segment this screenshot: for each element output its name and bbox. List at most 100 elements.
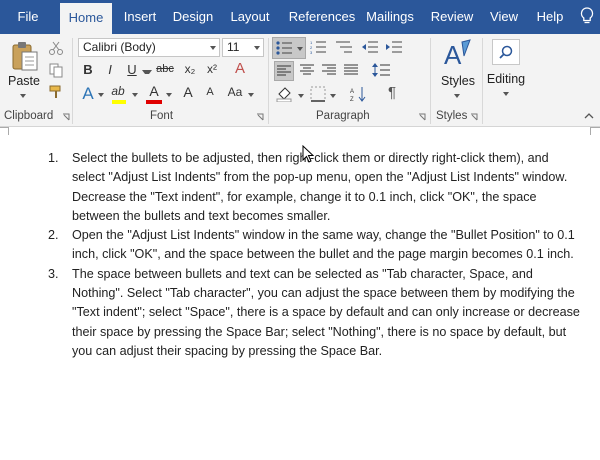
lightbulb-icon[interactable] (580, 7, 594, 25)
tab-home[interactable]: Home (60, 3, 112, 34)
paste-dropdown-arrow[interactable] (20, 94, 26, 98)
tab-insert[interactable]: Insert (118, 0, 162, 34)
clipboard-launcher-icon[interactable] (62, 113, 70, 121)
tab-help[interactable]: Help (532, 0, 568, 34)
show-formatting-marks-button[interactable]: ¶ (384, 84, 400, 101)
separator (72, 38, 73, 124)
ribbon-tab-bar: File Home Insert Design Layout Reference… (0, 0, 600, 34)
highlight-button[interactable]: ab (110, 84, 126, 98)
styles-button[interactable]: Styles (438, 74, 478, 88)
shading-dropdown-icon[interactable] (298, 94, 304, 98)
bullets-dropdown-icon[interactable] (297, 47, 303, 51)
paragraph-launcher-icon[interactable] (418, 113, 426, 121)
align-left-icon (277, 65, 291, 76)
format-painter-icon[interactable] (48, 84, 64, 100)
bold-button[interactable]: B (80, 62, 96, 77)
shading-icon[interactable] (276, 86, 294, 102)
highlight-label: ab (111, 84, 125, 98)
document-page[interactable]: 1. Select the bullets to be adjusted, th… (0, 127, 600, 460)
paste-icon[interactable] (10, 40, 40, 72)
tab-references[interactable]: References (282, 0, 362, 34)
list-item-text: Open the "Adjust List Indents" window in… (72, 228, 575, 262)
font-size-value: 11 (227, 40, 240, 54)
clipboard-group-label: Clipboard (4, 110, 54, 122)
justify-icon[interactable] (344, 64, 358, 76)
cut-icon[interactable] (48, 40, 64, 56)
tab-layout[interactable]: Layout (224, 0, 276, 34)
clear-formatting-icon: A (234, 60, 245, 77)
align-left-button[interactable] (274, 61, 294, 81)
list-number: 1. (48, 151, 59, 165)
numbered-list: 1. Select the bullets to be adjusted, th… (36, 149, 582, 361)
subscript-button[interactable]: x₂ (182, 62, 198, 76)
search-icon (499, 45, 513, 59)
list-item-text: Select the bullets to be adjusted, then … (72, 151, 568, 223)
font-name-value: Calibri (Body) (83, 40, 156, 54)
font-color-dropdown-icon[interactable] (166, 93, 172, 97)
margin-marker (590, 127, 600, 128)
tab-file[interactable]: File (4, 0, 52, 34)
editing-dropdown-icon[interactable] (503, 92, 509, 96)
highlight-color-swatch (112, 100, 126, 104)
margin-marker (8, 127, 9, 135)
borders-icon[interactable] (310, 86, 326, 102)
tab-mailings[interactable]: Mailings (362, 0, 418, 34)
styles-icon[interactable]: A (442, 38, 472, 72)
svg-text:A: A (350, 89, 354, 95)
sort-icon[interactable]: AZ (350, 86, 366, 102)
multilevel-list-icon[interactable] (336, 40, 352, 54)
highlight-dropdown-icon[interactable] (132, 93, 138, 97)
styles-group-label: Styles (436, 110, 468, 122)
margin-marker (0, 127, 8, 128)
collapse-ribbon-icon[interactable] (584, 112, 594, 120)
grow-font-button[interactable]: A (180, 84, 196, 100)
italic-button[interactable]: I (102, 62, 118, 77)
tab-design[interactable]: Design (168, 0, 218, 34)
tab-review[interactable]: Review (426, 0, 478, 34)
superscript-button[interactable]: x² (204, 62, 220, 76)
underline-button[interactable]: U (124, 62, 140, 77)
editing-icon-box[interactable] (492, 39, 520, 65)
bullets-button[interactable] (272, 37, 306, 59)
align-center-icon[interactable] (300, 64, 314, 76)
separator (430, 38, 431, 124)
list-number: 3. (48, 266, 59, 281)
list-number: 2. (48, 228, 59, 243)
list-item[interactable]: 3. The space between bullets and text ca… (36, 265, 582, 361)
font-size-dropdown-icon[interactable] (254, 46, 260, 50)
align-right-icon[interactable] (322, 64, 336, 76)
separator (268, 38, 269, 124)
decrease-indent-icon[interactable] (362, 40, 378, 54)
text-effects-dropdown-icon[interactable] (98, 93, 104, 97)
font-name-dropdown-icon[interactable] (210, 46, 216, 50)
svg-text:A: A (444, 40, 462, 70)
shrink-font-button[interactable]: A (202, 86, 218, 98)
editing-button[interactable]: Editing (484, 72, 528, 86)
list-item[interactable]: 2. Open the "Adjust List Indents" window… (36, 226, 582, 265)
margin-marker (590, 127, 591, 135)
styles-dropdown-icon[interactable] (454, 94, 460, 98)
copy-icon[interactable] (48, 62, 64, 78)
font-color-button[interactable]: A (146, 83, 162, 99)
font-launcher-icon[interactable] (256, 113, 264, 121)
font-size-combo[interactable]: 11 (222, 38, 264, 57)
tab-view[interactable]: View (484, 0, 524, 34)
paste-button[interactable]: Paste (6, 74, 42, 88)
paragraph-group-label: Paragraph (316, 110, 370, 122)
borders-dropdown-icon[interactable] (330, 94, 336, 98)
svg-text:Z: Z (350, 97, 354, 102)
strikethrough-button[interactable]: abc (152, 63, 178, 75)
change-case-button[interactable]: Aa (224, 85, 246, 99)
font-name-combo[interactable]: Calibri (Body) (78, 38, 220, 57)
numbering-icon[interactable]: 123 (310, 40, 326, 54)
mouse-pointer-icon (302, 145, 314, 163)
change-case-dropdown-icon[interactable] (248, 93, 254, 97)
line-spacing-icon[interactable] (372, 62, 390, 78)
font-color-swatch (146, 100, 162, 104)
increase-indent-icon[interactable] (386, 40, 402, 54)
font-group-label: Font (150, 110, 174, 122)
clear-formatting-button[interactable]: A (232, 60, 248, 77)
text-effects-button[interactable]: A (80, 84, 96, 104)
styles-launcher-icon[interactable] (470, 113, 478, 121)
underline-dropdown-icon[interactable] (142, 70, 152, 74)
